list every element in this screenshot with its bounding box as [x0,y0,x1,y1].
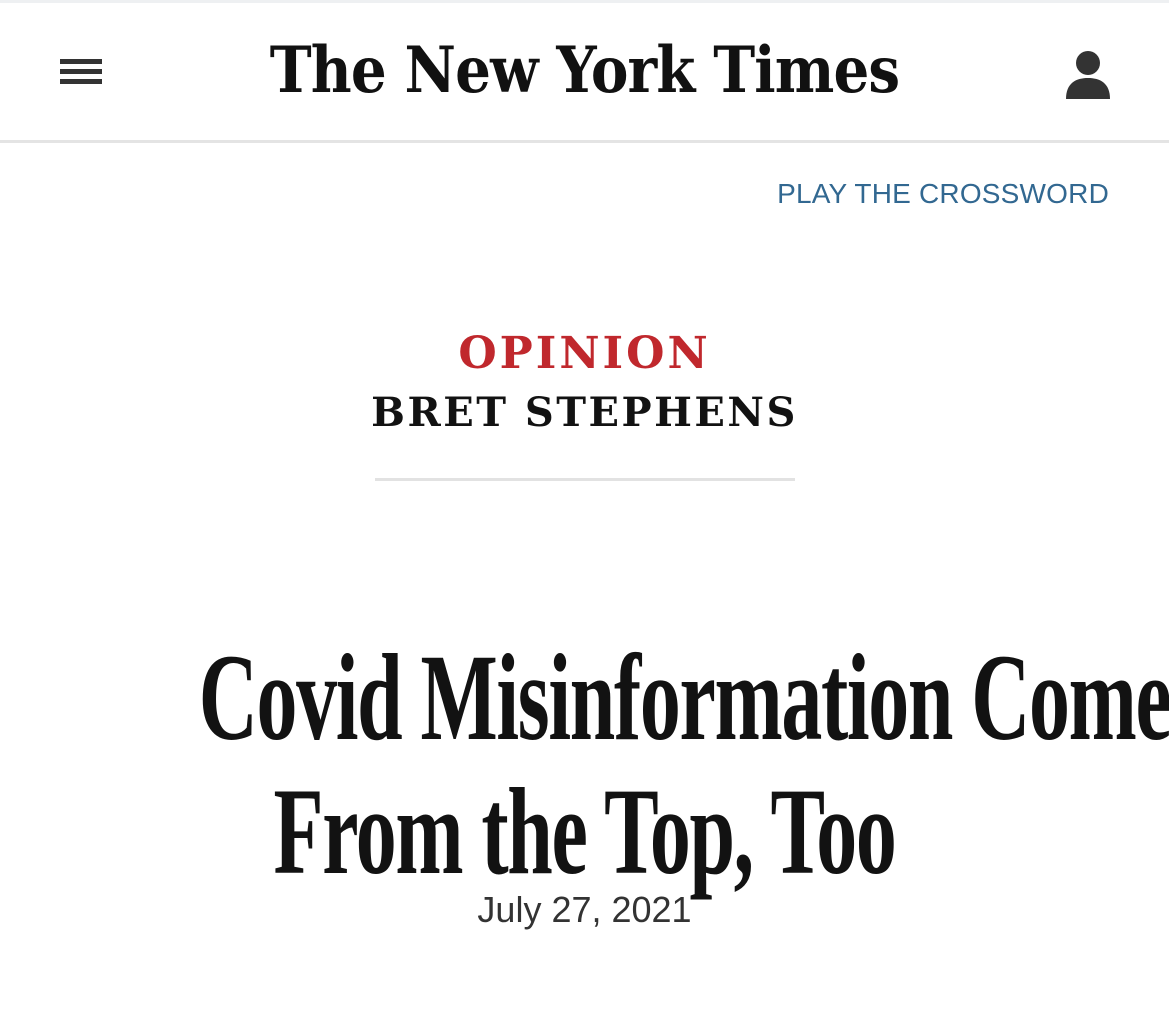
author-byline[interactable]: BRET STEPHENS [0,388,1169,438]
play-crossword-link[interactable]: PLAY THE CROSSWORD [777,176,1109,212]
user-account-icon [1066,51,1110,99]
divider [375,478,795,481]
opinion-kicker[interactable]: OPINION [0,326,1169,382]
publish-date: July 27, 2021 [477,889,692,930]
site-header: The New York Times [0,3,1169,143]
headline-line-2: From the Top, Too [273,763,897,901]
account-button[interactable] [1062,47,1114,101]
headline-line-1: Covid Misinformation Comes [198,629,1169,767]
article-headline: Covid Misinformation Comes From the Top,… [198,629,1169,901]
masthead-logo[interactable]: The New York Times [70,29,1099,113]
